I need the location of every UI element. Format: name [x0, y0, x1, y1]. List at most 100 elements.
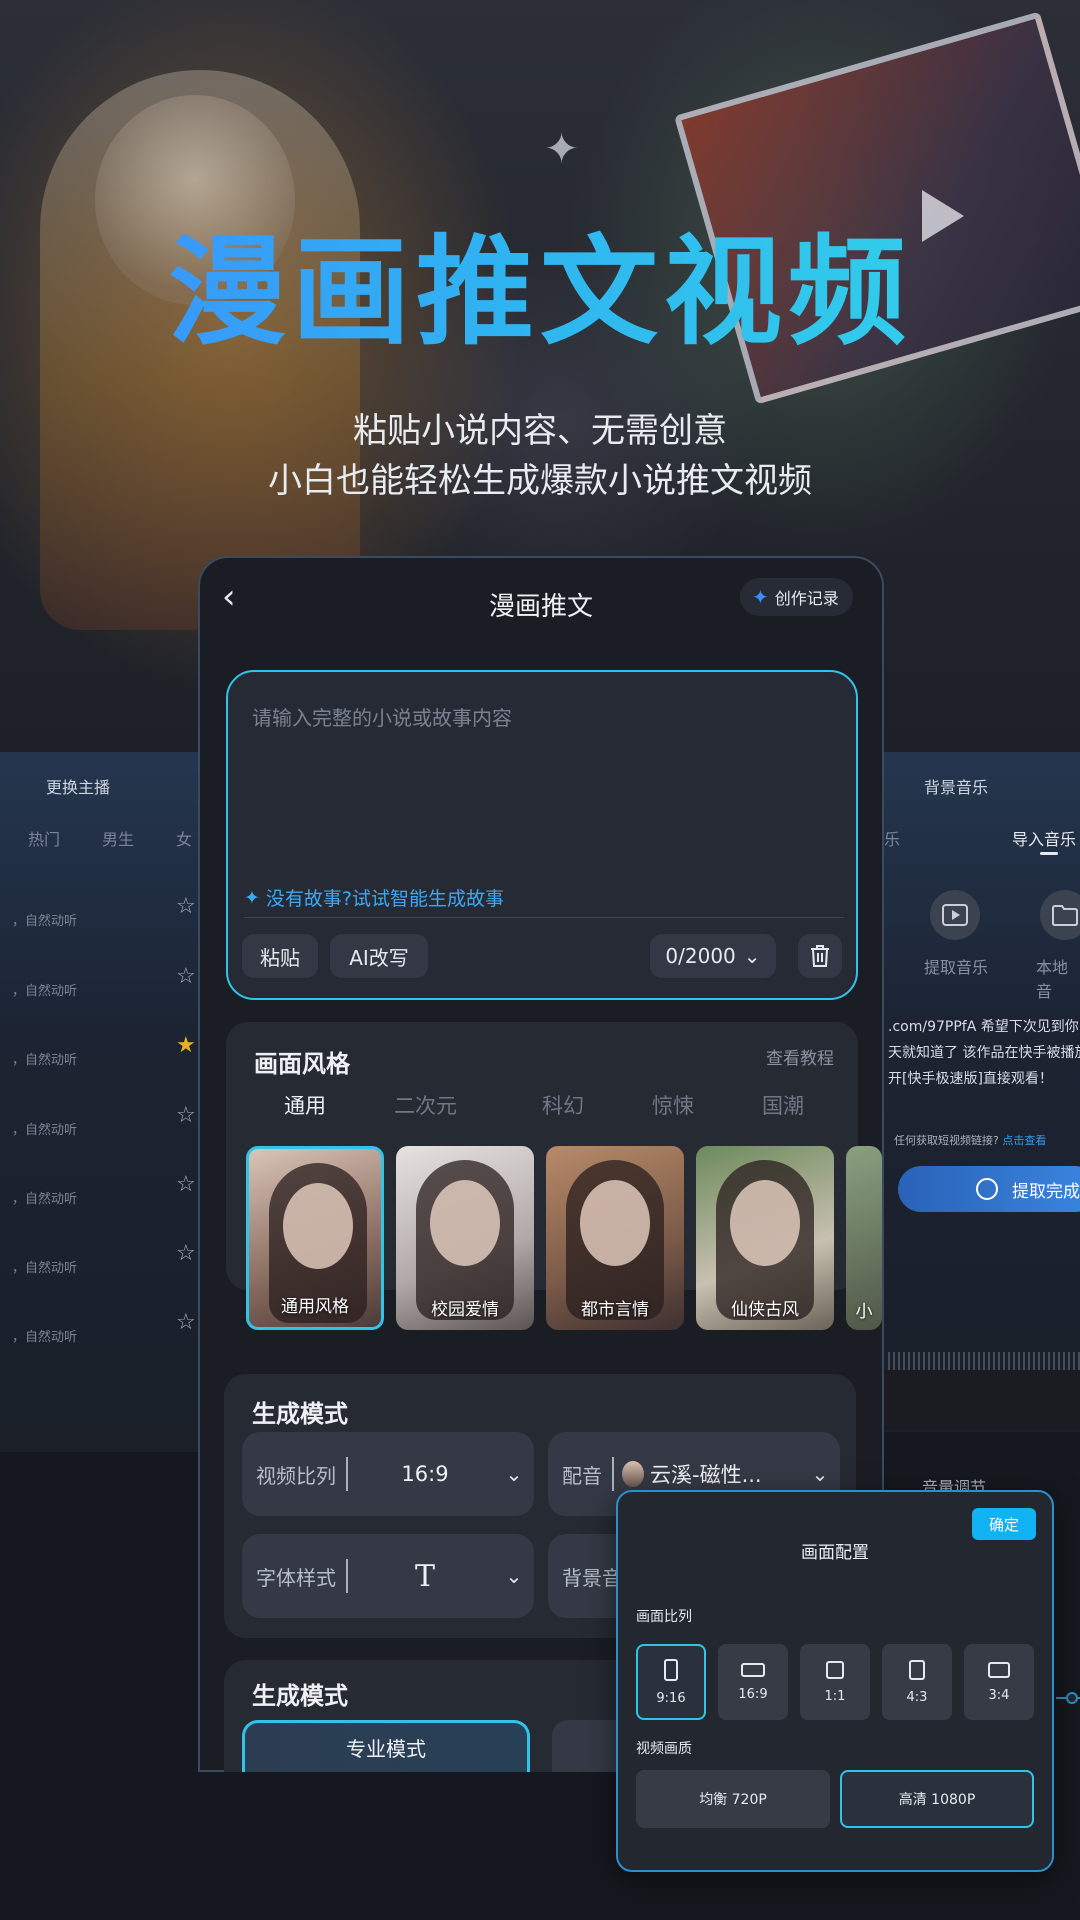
- font-style-select[interactable]: 字体样式 T ⌄: [242, 1534, 534, 1618]
- face-shape: [283, 1183, 353, 1269]
- extract-music-label: 提取音乐: [924, 958, 989, 977]
- story-input[interactable]: 请输入完整的小说或故事内容 ✦ 没有故事?试试智能生成故事 粘贴 AI改写 0/…: [226, 670, 858, 1000]
- style-tab-anime[interactable]: 二次元: [394, 1090, 457, 1120]
- chevron-down-icon: ⌄: [743, 944, 761, 968]
- separator: [346, 1457, 348, 1491]
- pro-mode-button[interactable]: 专业模式: [242, 1720, 530, 1772]
- link-text-line: 天就知道了 该作品在快手被播放: [888, 1045, 1080, 1061]
- generation-mode-title: 生成模式: [252, 1682, 348, 1710]
- ratio-option-4-3[interactable]: 4:3: [882, 1644, 952, 1720]
- star-filled-icon[interactable]: ★: [176, 1035, 196, 1057]
- creation-record-button[interactable]: ✦ 创作记录: [740, 578, 853, 616]
- divider: [244, 917, 844, 918]
- background-music-title: 背景音乐: [924, 778, 989, 797]
- video-ratio-label: 视频比列: [256, 1463, 336, 1488]
- anchor-row-desc: ，自然动听: [12, 1053, 78, 1068]
- voice-value: 云溪-磁性...: [650, 1463, 762, 1487]
- font-style-label: 字体样式: [256, 1565, 336, 1590]
- style-thumb-partial[interactable]: 小: [846, 1146, 882, 1330]
- trash-icon[interactable]: [798, 934, 842, 978]
- ratio-option-16-9[interactable]: 16:9: [718, 1644, 788, 1720]
- style-thumb-urban[interactable]: 都市言情: [546, 1146, 684, 1330]
- ai-generate-story-link[interactable]: ✦ 没有故事?试试智能生成故事: [244, 884, 504, 911]
- ratio-label: 1:1: [824, 1688, 846, 1704]
- video-ratio-select[interactable]: 视频比列 16:9 ⌄: [242, 1432, 534, 1516]
- style-tab-guochao[interactable]: 国潮: [762, 1090, 804, 1120]
- paste-button[interactable]: 粘贴: [242, 934, 318, 978]
- style-thumb-xianxia[interactable]: 仙侠古风: [696, 1146, 834, 1330]
- volume-slider-handle[interactable]: [1066, 1692, 1078, 1704]
- style-thumb-general[interactable]: 通用风格: [246, 1146, 384, 1330]
- sparkle-icon: ✦: [244, 886, 260, 909]
- portrait-ratio-icon: [664, 1658, 678, 1681]
- confirm-button[interactable]: 确定: [972, 1508, 1036, 1540]
- story-placeholder: 请输入完整的小说或故事内容: [252, 706, 512, 730]
- style-tab-general[interactable]: 通用: [284, 1090, 326, 1120]
- voice-anchor-panel: [0, 752, 200, 1452]
- change-anchor-title: 更换主播: [46, 778, 111, 797]
- star-icon[interactable]: ☆: [176, 966, 196, 988]
- style-title: 画面风格: [254, 1050, 350, 1078]
- anchor-tab-female[interactable]: 女: [176, 826, 192, 850]
- ratio-option-9-16[interactable]: 9:16: [636, 1644, 706, 1720]
- extract-done-label: 提取完成: [1012, 1181, 1080, 1202]
- chevron-down-icon: ⌄: [505, 1462, 523, 1486]
- star-icon[interactable]: ☆: [176, 1174, 196, 1196]
- extract-done-button[interactable]: 提取完成: [898, 1166, 1080, 1212]
- local-music-label: 本地音: [1036, 958, 1069, 1001]
- ratio-option-1-1[interactable]: 1:1: [800, 1644, 870, 1720]
- view-link[interactable]: 点击查看: [1002, 1134, 1046, 1147]
- star-icon[interactable]: ☆: [176, 1312, 196, 1334]
- avatar: [622, 1461, 644, 1487]
- video-play-icon[interactable]: [930, 890, 980, 940]
- hero-subtitle-line1: 粘贴小说内容、无需创意: [353, 411, 727, 451]
- view-tutorial-link[interactable]: 查看教程: [766, 1044, 834, 1069]
- chevron-down-icon: ⌄: [811, 1462, 829, 1486]
- link-hint: 任何获取短视频链接? 点击查看: [894, 1132, 1046, 1148]
- char-count: 0/2000: [665, 944, 736, 968]
- square-ratio-icon: [826, 1660, 844, 1679]
- sparkle-icon: ✦: [544, 124, 580, 173]
- anchor-row-desc: ，自然动听: [12, 1192, 78, 1207]
- separator: [612, 1457, 614, 1491]
- style-thumb-label: 小: [855, 1302, 873, 1322]
- landscape-ratio-icon: [741, 1662, 765, 1677]
- generation-mode-title: 生成模式: [252, 1400, 348, 1428]
- frame-config-popover: 确定 画面配置 画面比列 9:16 16:9 1:1 4:3 3:4 视频画质 …: [616, 1490, 1054, 1872]
- music-note-icon: [976, 1178, 998, 1200]
- ratio-label: 16:9: [738, 1686, 768, 1702]
- chevron-down-icon: ⌄: [505, 1564, 523, 1588]
- style-thumb-label: 校园爱情: [431, 1300, 499, 1320]
- hero-subtitle-line2: 小白也能轻松生成爆款小说推文视频: [268, 461, 812, 501]
- quality-option-1080p[interactable]: 高清 1080P: [840, 1770, 1034, 1828]
- ai-rewrite-button[interactable]: AI改写: [330, 934, 428, 978]
- video-quality-label: 视频画质: [636, 1741, 692, 1757]
- ratio-option-3-4[interactable]: 3:4: [964, 1644, 1034, 1720]
- char-count-dropdown[interactable]: 0/2000 ⌄: [650, 934, 776, 978]
- star-icon[interactable]: ☆: [176, 896, 196, 918]
- frame-config-title: 画面配置: [801, 1543, 869, 1563]
- style-thumb-campus[interactable]: 校园爱情: [396, 1146, 534, 1330]
- anchor-row-desc: ，自然动听: [12, 1123, 78, 1138]
- background-music-label: 背景音: [562, 1565, 622, 1590]
- anchor-row-desc: ，自然动听: [12, 1330, 78, 1345]
- music-tab-import[interactable]: 导入音乐: [1012, 826, 1076, 850]
- style-tab-thriller[interactable]: 惊悚: [652, 1090, 694, 1120]
- separator: [346, 1559, 348, 1593]
- style-thumb-label: 通用风格: [281, 1297, 349, 1317]
- face-shape: [430, 1180, 500, 1266]
- wide-ratio-icon: [988, 1661, 1010, 1678]
- face-shape: [730, 1180, 800, 1266]
- ratio-label: 4:3: [906, 1689, 928, 1705]
- anchor-tab-hot[interactable]: 热门: [28, 826, 60, 850]
- quality-option-720p[interactable]: 均衡 720P: [636, 1770, 830, 1828]
- music-tab-partial[interactable]: 乐: [884, 826, 900, 850]
- anchor-row-desc: ，自然动听: [12, 914, 78, 929]
- anchor-row-desc: ，自然动听: [12, 984, 78, 999]
- style-tab-scifi[interactable]: 科幻: [542, 1090, 584, 1120]
- star-icon[interactable]: ☆: [176, 1243, 196, 1265]
- star-icon[interactable]: ☆: [176, 1105, 196, 1127]
- style-thumb-label: 仙侠古风: [731, 1300, 799, 1320]
- ratio-label: 3:4: [988, 1687, 1010, 1703]
- anchor-tab-male[interactable]: 男生: [102, 826, 134, 850]
